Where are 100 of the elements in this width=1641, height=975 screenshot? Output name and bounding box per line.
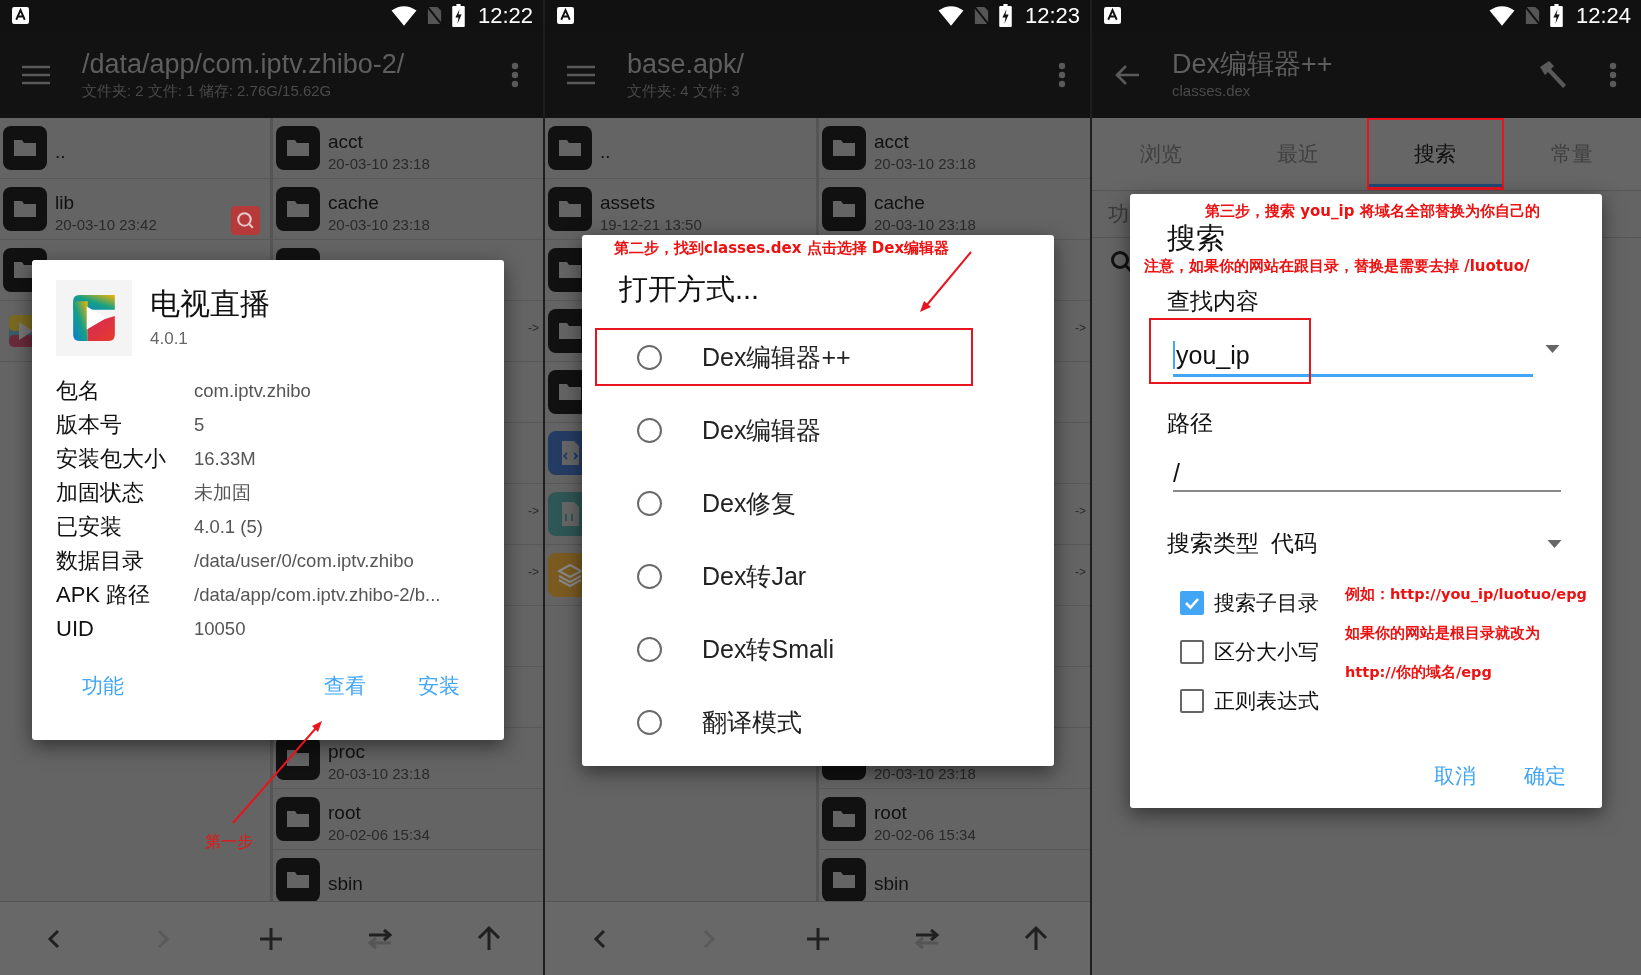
field-label: 已安装	[56, 514, 123, 540]
field-value: com.iptv.zhibo	[194, 379, 312, 403]
menu-icon[interactable]	[567, 64, 595, 85]
annotation-text: 第一步	[205, 832, 253, 853]
link-indicator: ->	[528, 321, 539, 335]
app-version: 4.0.1	[150, 328, 189, 350]
open-with-option[interactable]: Dex编辑器	[595, 401, 973, 459]
search-field[interactable]: you_ip	[1173, 321, 1533, 377]
search-type-dropdown[interactable]: 代码	[1271, 528, 1317, 559]
open-with-option[interactable]: 翻译模式	[595, 693, 973, 751]
radio-button[interactable]	[637, 490, 662, 516]
radio-button[interactable]	[637, 563, 662, 589]
app-logo-icon	[56, 280, 132, 356]
file-name[interactable]: sbin	[874, 872, 909, 896]
annotation-text: 第三步，搜索 you_ip 将域名全部替换为你自己的	[1205, 202, 1540, 221]
link-indicator: ->	[1075, 504, 1086, 518]
no-sim-icon	[972, 5, 990, 26]
open-with-option[interactable]: Dex转Smali	[595, 620, 973, 678]
field-value: 16.33M	[194, 447, 257, 471]
file-name[interactable]: root	[874, 801, 976, 825]
dialog-title: 打开方式...	[619, 272, 760, 307]
field-value: 4.0.1 (5)	[194, 515, 264, 539]
open-with-option[interactable]: Dex转Jar	[595, 547, 973, 605]
status-time: 12:24	[1575, 2, 1631, 29]
battery-charging-icon	[998, 4, 1012, 27]
search-type-label: 搜索类型	[1167, 529, 1259, 558]
field-label: 数据目录	[56, 548, 145, 574]
file-name[interactable]: root	[328, 801, 430, 825]
link-indicator: ->	[1075, 565, 1086, 579]
path-field[interactable]: /	[1173, 456, 1561, 492]
app-bar-subtitle: classes.dex	[1172, 80, 1252, 101]
field-label: 加固状态	[56, 480, 145, 506]
app-name: 电视直播	[150, 286, 270, 322]
more-icon[interactable]	[1609, 61, 1617, 88]
app-bar-title: /data/app/com.iptv.zhibo-2/	[82, 47, 406, 80]
file-name[interactable]: proc	[328, 740, 430, 764]
notification-icon	[557, 7, 574, 24]
file-date: 20-03-10 23:42	[55, 215, 157, 235]
open-with-option[interactable]: Dex编辑器++	[595, 328, 973, 386]
checkbox[interactable]	[1180, 688, 1204, 713]
tab[interactable]: 搜索	[1366, 118, 1504, 190]
dialog-button[interactable]: 取消	[1428, 758, 1482, 794]
dropdown-arrow-icon[interactable]	[1547, 539, 1562, 548]
wifi-icon	[1488, 4, 1515, 27]
file-name[interactable]: assets	[600, 191, 702, 215]
dropdown-arrow-icon[interactable]	[1545, 345, 1560, 353]
field-label: 版本号	[56, 412, 123, 438]
field-label: 查找内容	[1167, 287, 1259, 316]
field-label: 包名	[56, 378, 101, 404]
menu-icon[interactable]	[22, 64, 50, 85]
more-icon[interactable]	[511, 61, 519, 88]
battery-charging-icon	[451, 4, 465, 27]
file-name[interactable]: sbin	[328, 872, 363, 896]
link-indicator: ->	[1075, 321, 1086, 335]
file-name[interactable]: acct	[328, 130, 430, 154]
dialog-button[interactable]: 确定	[1518, 758, 1572, 794]
file-date: 20-03-10 23:18	[328, 764, 430, 784]
field-label: APK 路径	[56, 582, 152, 608]
file-name[interactable]: lib	[55, 191, 157, 215]
link-indicator: ->	[528, 565, 539, 579]
no-sim-icon	[425, 5, 443, 26]
status-time: 12:23	[1024, 2, 1080, 29]
wifi-icon	[390, 4, 417, 27]
radio-button[interactable]	[637, 344, 662, 370]
file-name[interactable]: ..	[600, 140, 611, 164]
app-bar-title: base.apk/	[627, 47, 746, 80]
annotation-text: 第二步，找到classes.dex 点击选择 Dex编辑器	[614, 239, 950, 258]
checkbox-label[interactable]: 搜索子目录	[1214, 588, 1319, 617]
open-with-option[interactable]: Dex修复	[595, 474, 973, 532]
file-date: 20-03-10 23:18	[328, 154, 430, 174]
checkbox[interactable]	[1180, 639, 1204, 664]
field-value: /data/app/com.iptv.zhibo-2/b...	[194, 583, 442, 607]
battery-charging-icon	[1549, 4, 1563, 27]
file-date: 20-02-06 15:34	[328, 825, 430, 845]
no-sim-icon	[1523, 5, 1541, 26]
radio-button[interactable]	[637, 636, 662, 662]
hammer-icon[interactable]	[1537, 58, 1569, 91]
back-arrow-icon[interactable]	[1114, 63, 1140, 86]
field-value: 5	[194, 413, 206, 437]
field-label: UID	[56, 616, 95, 642]
dialog-button[interactable]: 查看	[318, 668, 372, 704]
file-name[interactable]: ..	[55, 140, 66, 164]
status-time: 12:22	[477, 2, 533, 29]
checkbox-label[interactable]: 区分大小写	[1214, 637, 1319, 666]
notification-icon	[12, 7, 29, 24]
dialog-button[interactable]: 安装	[412, 668, 466, 704]
field-label: 路径	[1167, 409, 1213, 438]
annotation-text: 如果你的网站是根目录就改为	[1345, 624, 1541, 643]
radio-button[interactable]	[637, 417, 662, 443]
dialog-button[interactable]: 功能	[76, 668, 130, 704]
file-name[interactable]: cache	[328, 191, 430, 215]
wifi-icon	[937, 4, 964, 27]
field-label: 安装包大小	[56, 446, 167, 472]
annotation-text: 例如：http://you_ip/luotuo/epg	[1345, 585, 1587, 604]
file-name[interactable]: cache	[874, 191, 976, 215]
file-date: 19-12-21 13:50	[600, 215, 702, 235]
more-icon[interactable]	[1058, 61, 1066, 88]
checkbox-label[interactable]: 正则表达式	[1214, 686, 1319, 715]
radio-button[interactable]	[637, 709, 662, 735]
file-name[interactable]: acct	[874, 130, 976, 154]
